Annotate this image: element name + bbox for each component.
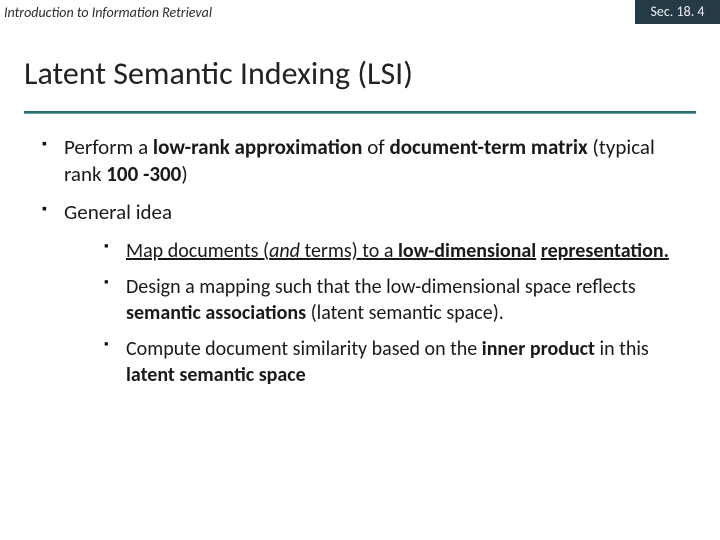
text-bold: semantic associations	[126, 301, 306, 325]
text: in this	[595, 337, 649, 361]
text-underline: terms) to a	[300, 239, 398, 263]
bullet-item: General idea Map documents (and terms) t…	[42, 199, 692, 388]
header-left: Introduction to Information Retrieval	[0, 4, 212, 21]
text-bold: 100 -300	[106, 161, 181, 187]
text: (latent semantic space).	[306, 301, 504, 325]
text-bold: low-rank approximation	[153, 134, 363, 160]
header-right-section: Sec. 18. 4	[635, 0, 720, 24]
text: )	[181, 161, 187, 187]
sub-bullet-item: Design a mapping such that the low-dimen…	[104, 274, 692, 326]
text: Perform a	[64, 134, 153, 160]
sub-bullet-list: Map documents (and terms) to a low-dimen…	[64, 238, 692, 388]
bullet-list: Perform a low-rank approximation of docu…	[28, 134, 692, 388]
sub-bullet-item: Compute document similarity based on the…	[104, 336, 692, 388]
text: General idea	[64, 199, 172, 225]
text-underline-italic: and	[269, 239, 300, 263]
slide-content: Perform a low-rank approximation of docu…	[0, 114, 720, 388]
text-bold-underline: representation.	[541, 239, 669, 263]
text-underline: Map documents (	[126, 239, 269, 263]
title-block: Latent Semantic Indexing (LSI)	[0, 24, 720, 101]
text: Design a mapping such that the low-dimen…	[126, 275, 636, 299]
text-bold: document-term matrix	[389, 134, 587, 160]
bullet-item: Perform a low-rank approximation of docu…	[42, 134, 692, 189]
text: of	[362, 134, 389, 160]
text-bold: latent semantic space	[126, 363, 306, 387]
text-bold-underline: low-dimensional	[398, 239, 536, 263]
slide-title: Latent Semantic Indexing (LSI)	[24, 54, 696, 93]
text-bold: inner product	[482, 337, 595, 361]
text: Compute document similarity based on the	[126, 337, 482, 361]
sub-bullet-item: Map documents (and terms) to a low-dimen…	[104, 238, 692, 264]
header-bar: Introduction to Information Retrieval Se…	[0, 0, 720, 24]
